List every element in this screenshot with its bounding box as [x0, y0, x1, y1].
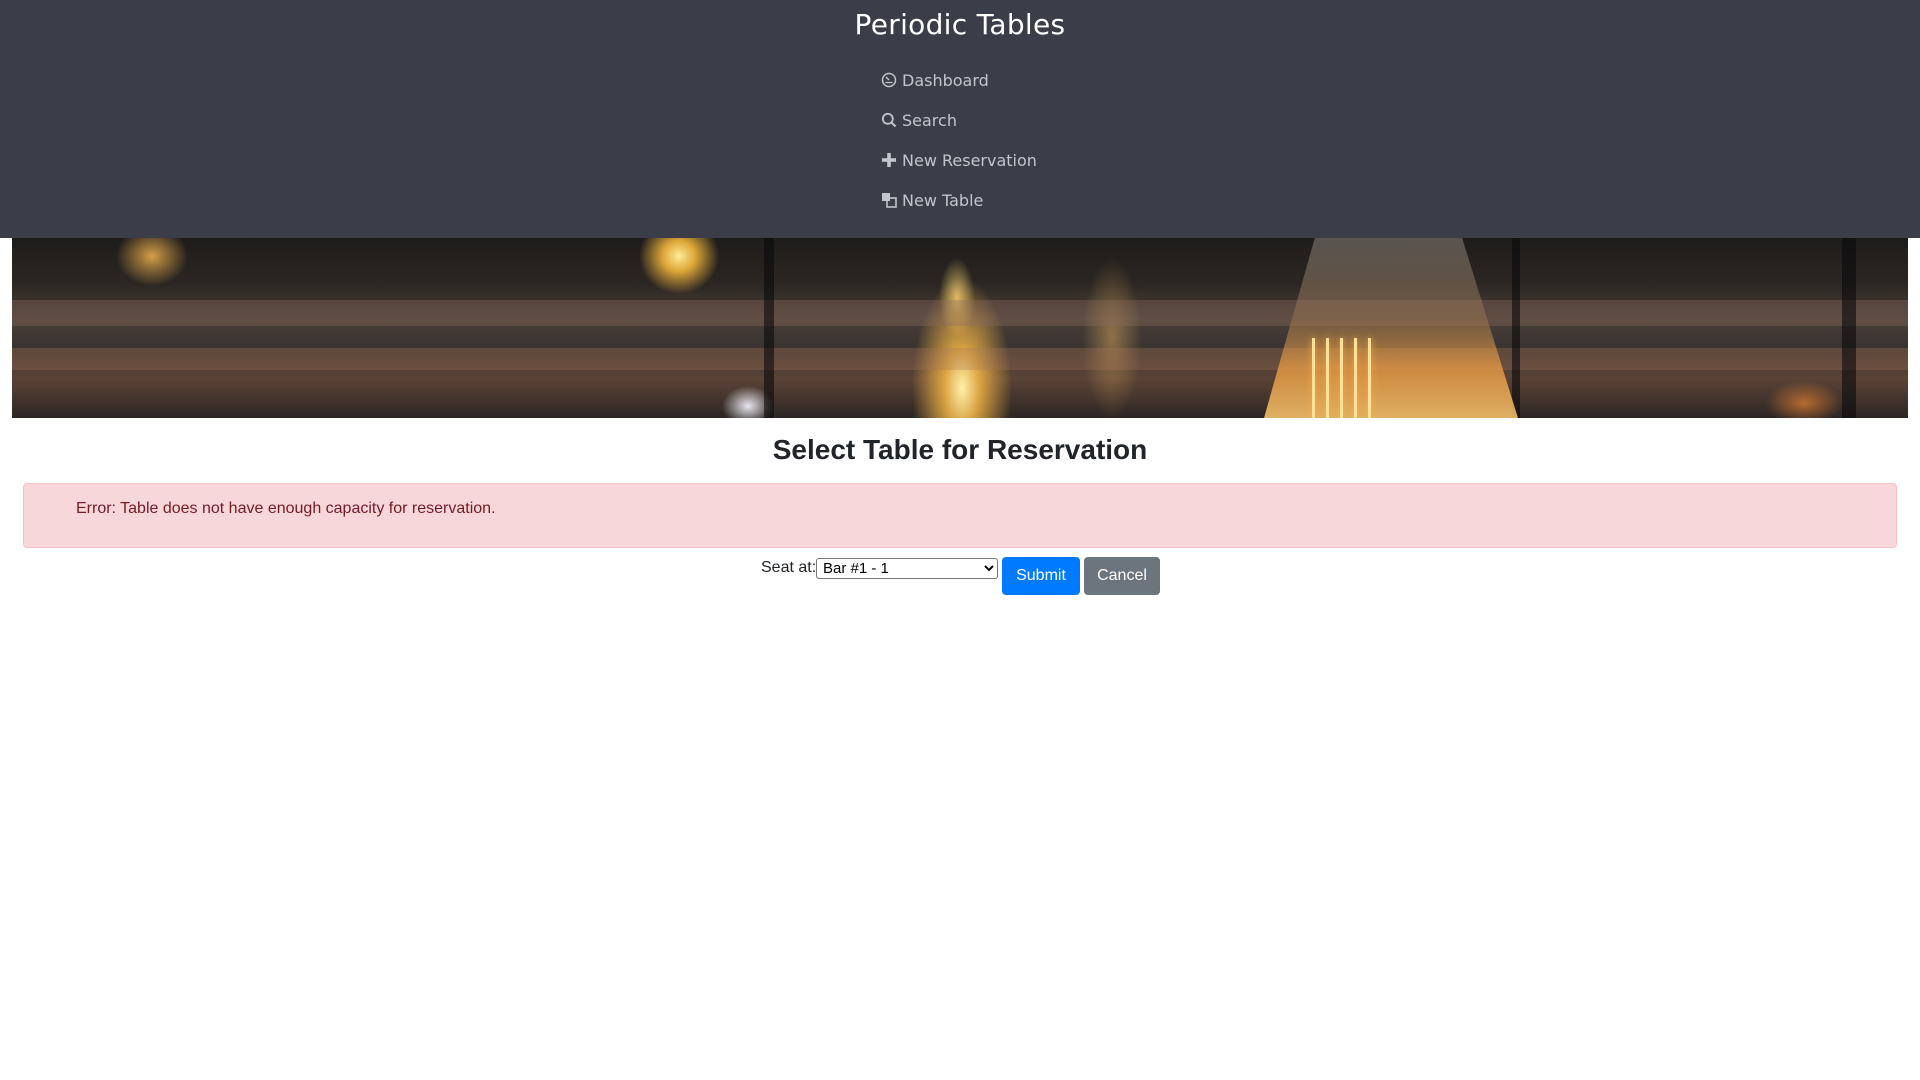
- top-header: Periodic Tables Dashboard Search New Res…: [0, 0, 1920, 238]
- nav-item-label: Dashboard: [902, 70, 989, 90]
- nav-item-label: New Reservation: [902, 150, 1037, 170]
- nav-item-dashboard[interactable]: Dashboard: [881, 60, 1141, 100]
- plus-icon: [881, 152, 897, 168]
- page-title: Select Table for Reservation: [772, 434, 1148, 465]
- table-select[interactable]: Bar #1 - 1: [816, 558, 998, 579]
- search-icon: [881, 112, 897, 128]
- nav-item-search[interactable]: Search: [881, 100, 1141, 140]
- error-alert: Error: Table does not have enough capaci…: [23, 483, 1897, 548]
- nav-item-label: Search: [902, 110, 957, 130]
- hero-banner-image: [12, 238, 1908, 418]
- seat-label: Seat at:: [761, 559, 817, 576]
- light-bulb-graphic: [1264, 238, 1518, 418]
- table-icon: [881, 192, 897, 208]
- nav-item-new-table[interactable]: New Table: [881, 180, 1141, 220]
- nav-item-new-reservation[interactable]: New Reservation: [881, 140, 1141, 180]
- error-message: Error: Table does not have enough capaci…: [76, 500, 496, 517]
- nav-item-label: New Table: [902, 190, 984, 210]
- cancel-button[interactable]: Cancel: [1084, 557, 1160, 595]
- dashboard-icon: [881, 72, 897, 88]
- submit-button[interactable]: Submit: [1002, 557, 1080, 595]
- main-nav: Dashboard Search New Reservation New Tab…: [881, 60, 1141, 220]
- app-title: Periodic Tables: [854, 8, 1066, 41]
